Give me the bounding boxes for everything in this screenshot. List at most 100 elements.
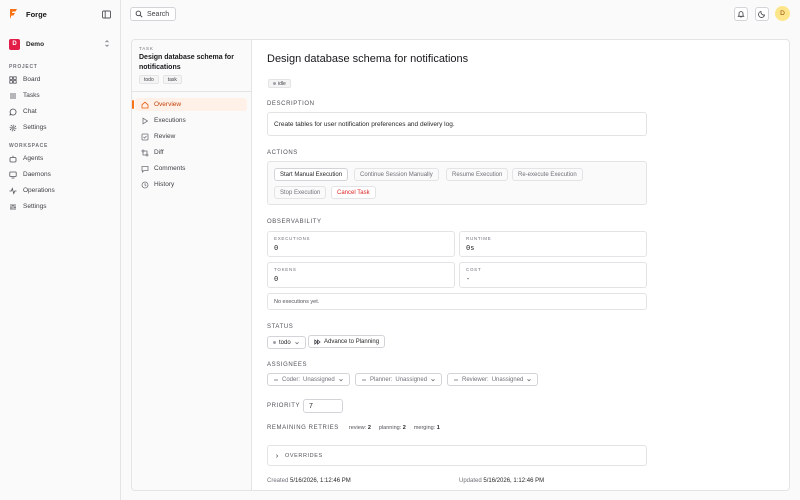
tab-label: Review <box>154 133 176 140</box>
top-bar: Search D <box>121 0 800 28</box>
assignee-role: Planner: <box>370 376 393 383</box>
sidebar-item-operations[interactable]: Operations <box>9 184 114 197</box>
advance-to-planning-button[interactable]: Advance to Planning <box>308 335 386 348</box>
status-value: todo <box>279 339 291 346</box>
chevron-up-down-icon <box>104 39 110 48</box>
sidebar-item-agents[interactable]: Agents <box>9 152 114 165</box>
board-icon <box>9 75 17 84</box>
task-navigation: TASK Design database schema for notifica… <box>132 40 252 490</box>
sidebar-item-tasks[interactable]: Tasks <box>9 89 114 102</box>
task-detail-card: TASK Design database schema for notifica… <box>131 39 790 491</box>
play-icon <box>141 116 149 125</box>
assignee-value: Unassigned <box>491 376 524 383</box>
sliders-icon <box>9 203 17 211</box>
tab-history[interactable]: History <box>135 178 247 191</box>
tab-label: History <box>154 181 175 188</box>
sidebar-item-label: Agents <box>23 155 44 162</box>
sidebar-item-daemons[interactable]: Daemons <box>9 168 114 181</box>
tab-label: Executions <box>154 117 186 124</box>
stat-label: RUNTIME <box>466 236 492 241</box>
stop-execution-button[interactable]: Stop Execution <box>274 186 327 199</box>
workspace-section-title: WORKSPACE <box>9 143 48 149</box>
planner-assignee-select[interactable]: Planner: Unassigned <box>355 373 443 386</box>
history-icon <box>141 181 149 189</box>
project-section-title: PROJECT <box>9 64 38 70</box>
priority-input[interactable]: 7 <box>303 399 343 413</box>
cost-stat: COST - <box>459 262 647 288</box>
search-label: Search <box>147 10 170 18</box>
assignee-value: Unassigned <box>303 376 335 383</box>
assignees-heading: ASSIGNEES <box>267 362 308 368</box>
status-select[interactable]: todo <box>267 336 306 349</box>
chevron-down-icon <box>430 377 436 383</box>
brand[interactable]: Forge <box>9 9 47 19</box>
home-icon <box>141 101 149 109</box>
tab-label: Diff <box>154 149 164 156</box>
dash-icon <box>273 377 279 383</box>
description-text: Create tables for user notification pref… <box>274 120 455 128</box>
agents-icon <box>9 155 17 163</box>
workspace-name: Demo <box>26 40 45 48</box>
description-box[interactable]: Create tables for user notification pref… <box>267 112 647 136</box>
workspace-switcher[interactable]: D Demo <box>9 37 112 51</box>
fast-forward-icon <box>314 338 321 345</box>
tab-comments[interactable]: Comments <box>135 162 247 175</box>
search-button[interactable]: Search <box>130 7 177 21</box>
advance-label: Advance to Planning <box>324 338 380 345</box>
list-icon <box>9 92 17 100</box>
task-title: Design database schema for notifications <box>139 54 234 71</box>
comment-icon <box>141 165 149 173</box>
sidebar-item-project-settings[interactable]: Settings <box>9 121 114 134</box>
continue-session-button[interactable]: Continue Session Manually <box>354 168 439 181</box>
stat-value: 0s <box>466 244 475 252</box>
assignee-role: Reviewer: <box>462 376 489 383</box>
overrides-expander[interactable]: OVERRIDES <box>267 445 647 466</box>
chat-icon <box>9 108 17 116</box>
actions-heading: ACTIONS <box>267 150 298 156</box>
tab-overview[interactable]: Overview <box>132 98 247 111</box>
sidebar-item-label: Settings <box>23 203 47 210</box>
task-label: TASK <box>139 46 154 51</box>
overview-panel: Design database schema for notifications… <box>267 40 647 490</box>
tab-review[interactable]: Review <box>135 130 247 143</box>
executions-empty-state: No executions yet. <box>267 293 647 310</box>
resume-execution-button[interactable]: Resume Execution <box>446 168 509 181</box>
sidebar-item-chat[interactable]: Chat <box>9 105 114 118</box>
start-manual-execution-button[interactable]: Start Manual Execution <box>274 168 349 181</box>
sidebar-item-label: Operations <box>23 187 55 194</box>
stat-label: TOKENS <box>274 267 297 272</box>
sidebar-item-label: Chat <box>23 108 37 115</box>
coder-assignee-select[interactable]: Coder: Unassigned <box>267 373 350 386</box>
tab-diff[interactable]: Diff <box>135 146 247 159</box>
task-tags: todo task <box>139 75 182 84</box>
stat-label: COST <box>466 267 482 272</box>
theme-toggle-button[interactable] <box>755 7 769 21</box>
task-detail-title: Design database schema for notifications <box>267 53 469 65</box>
retry-review: review: 2 <box>348 425 371 431</box>
created-timestamp: Created 5/16/2026, 1:12:46 PM <box>267 478 351 484</box>
divider <box>132 91 252 92</box>
stat-label: EXECUTIONS <box>274 236 311 241</box>
sidebar-item-board[interactable]: Board <box>9 73 114 86</box>
notifications-button[interactable] <box>734 7 748 21</box>
cancel-task-button[interactable]: Cancel Task <box>331 186 376 199</box>
reviewer-assignee-select[interactable]: Reviewer: Unassigned <box>447 373 539 386</box>
chevron-right-icon <box>274 453 280 459</box>
sidebar-toggle-icon <box>102 10 111 19</box>
user-avatar[interactable]: D <box>775 6 790 21</box>
monitor-icon <box>9 171 17 179</box>
state-dot-icon <box>273 82 276 85</box>
executions-stat: EXECUTIONS 0 <box>267 231 455 257</box>
collapse-sidebar-button[interactable] <box>101 9 112 20</box>
sidebar-item-workspace-settings[interactable]: Settings <box>9 200 114 213</box>
assignee-role: Coder: <box>282 376 301 383</box>
retry-merging: merging: 1 <box>413 425 440 431</box>
stat-value: - <box>466 275 471 283</box>
observability-heading: OBSERVABILITY <box>267 219 322 225</box>
tokens-stat: TOKENS 0 <box>267 262 455 288</box>
sidebar-item-label: Board <box>23 76 41 83</box>
bell-icon <box>737 11 745 18</box>
runtime-stat: RUNTIME 0s <box>459 231 647 257</box>
reexecute-execution-button[interactable]: Re-execute Execution <box>512 168 583 181</box>
tab-executions[interactable]: Executions <box>135 114 247 127</box>
